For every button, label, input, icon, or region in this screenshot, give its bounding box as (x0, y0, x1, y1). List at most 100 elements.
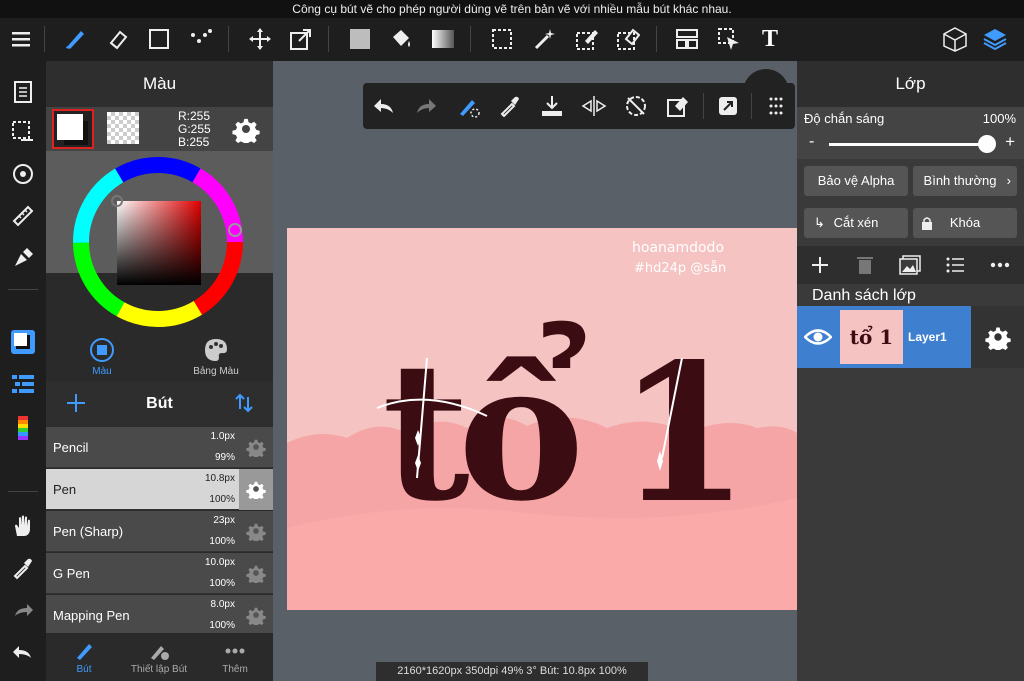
frame-icon[interactable] (672, 24, 702, 54)
select-rect-icon[interactable] (487, 24, 517, 54)
eraser-icon[interactable] (102, 24, 132, 54)
layer-row[interactable]: tổ 1 Layer1 (797, 306, 971, 368)
brush-list-icon[interactable] (8, 369, 38, 399)
select-arrow-icon[interactable] (714, 24, 744, 54)
opacity-slider-fill (829, 143, 987, 146)
opacity-minus-button[interactable]: - (809, 133, 814, 151)
save-to-layer-icon[interactable] (537, 91, 567, 121)
tab-palette[interactable]: Bảng Màu (166, 337, 266, 377)
3d-icon[interactable] (940, 24, 970, 54)
fill-color-icon[interactable] (345, 24, 375, 54)
grid-dots-icon[interactable] (761, 91, 791, 121)
hand-icon[interactable] (8, 511, 38, 541)
brush-settings-button[interactable] (239, 427, 273, 468)
opacity-plus-button[interactable]: + (1005, 132, 1015, 152)
tab-brush-settings[interactable]: Thiết lập Bút (121, 641, 197, 675)
transform-icon[interactable] (286, 24, 316, 54)
brush-name: Pen (Sharp) (53, 524, 124, 539)
opacity-slider-track[interactable] (829, 143, 987, 146)
delete-layer-icon[interactable] (850, 250, 880, 280)
brush-name: Pen (53, 482, 77, 497)
brush-settings-button[interactable] (239, 553, 273, 594)
pen-nib-icon[interactable] (8, 243, 38, 273)
clipping-button[interactable]: ↳ Cắt xén (804, 208, 908, 238)
floatbar-divider (703, 93, 704, 119)
brush-item[interactable]: Pencil 1.0px 99% (46, 427, 273, 468)
clipping-arrow-icon: ↳ (814, 215, 825, 230)
brush-opacity: 99% (214, 452, 235, 463)
rotate-reset-icon[interactable] (621, 91, 651, 121)
select-eraser-icon[interactable] (613, 24, 643, 54)
color-swatch-icon[interactable] (8, 327, 38, 357)
layer-settings-button[interactable] (971, 306, 1024, 368)
undo-icon[interactable] (8, 637, 38, 667)
blend-mode-button[interactable]: Bình thường › (913, 166, 1017, 196)
brush-settings-button[interactable] (239, 595, 273, 636)
stabilizer-pen-icon[interactable] (453, 91, 483, 121)
move-icon[interactable] (245, 24, 275, 54)
fullscreen-icon[interactable] (713, 91, 743, 121)
undo-icon[interactable] (369, 91, 399, 121)
lock-button[interactable]: Khóa (913, 208, 1017, 238)
color-wheel[interactable] (73, 157, 243, 327)
rectangle-icon[interactable] (144, 24, 174, 54)
brush-item[interactable]: Mapping Pen 8.0px 100% (46, 595, 273, 636)
palette-strip-icon[interactable] (8, 413, 38, 443)
redo-icon[interactable] (8, 595, 38, 625)
tab-brush[interactable]: Bút (46, 641, 122, 675)
brush-item[interactable]: Pen (Sharp) 23px 100% (46, 511, 273, 552)
tab-more[interactable]: Thêm (197, 641, 273, 675)
rgb-readout: R:255 G:255 B:255 (178, 110, 211, 149)
eye-icon[interactable] (803, 324, 833, 350)
layers-icon[interactable] (980, 24, 1010, 54)
gradient-icon[interactable] (428, 24, 458, 54)
sort-icon[interactable] (232, 391, 256, 415)
floating-toolbar (363, 83, 795, 129)
layer-list-icon[interactable] (940, 250, 970, 280)
layer-panel: Lớp Độ chắn sáng 100% - + Bảo vệ Alpha B… (797, 61, 1024, 681)
artwork[interactable]: hoanamdodo #hd24p @sẵn tổ 1 (287, 228, 797, 610)
sidebar-divider (8, 491, 38, 492)
layer-list-label: Danh sách lớp (812, 287, 916, 304)
gear-icon[interactable] (232, 115, 260, 147)
primary-color-swatch[interactable] (52, 109, 94, 149)
protect-alpha-button[interactable]: Bảo vệ Alpha (804, 166, 908, 196)
canvas-area[interactable]: hoanamdodo #hd24p @sẵn tổ 1 2160*1620px … (273, 61, 797, 681)
left-sidebar (0, 61, 46, 681)
brush-name: Mapping Pen (53, 608, 130, 623)
menu-icon[interactable] (6, 24, 36, 54)
pen-tool-icon[interactable] (60, 24, 90, 54)
brush-size: 23px (213, 515, 235, 526)
brush-item[interactable]: G Pen 10.0px 100% (46, 553, 273, 594)
eyedropper-icon[interactable] (8, 553, 38, 583)
brush-settings-button[interactable] (239, 511, 273, 552)
select-pen-icon[interactable] (572, 24, 602, 54)
tab-brush-settings-label: Thiết lập Bút (130, 664, 188, 675)
artwork-letters: tổ (382, 320, 586, 543)
brush-settings-button[interactable] (239, 469, 273, 510)
eyedropper-icon[interactable] (495, 91, 525, 121)
clear-layer-icon[interactable] (663, 91, 693, 121)
gear-icon (246, 523, 266, 541)
transparent-swatch[interactable] (107, 112, 139, 144)
tab-color[interactable]: Màu (52, 337, 152, 377)
ruler-icon[interactable] (8, 201, 38, 231)
dot-tool-icon[interactable] (186, 24, 216, 54)
artwork-signature-line1: hoanamdodo (632, 240, 724, 256)
selection-layer-icon[interactable] (8, 117, 38, 147)
magic-wand-icon[interactable] (530, 24, 560, 54)
layer-image-icon[interactable] (895, 250, 925, 280)
color-subtabs: Màu Bảng Màu (46, 333, 273, 381)
add-layer-icon[interactable] (805, 250, 835, 280)
rotate-icon[interactable] (8, 159, 38, 189)
gear-icon (984, 327, 1011, 350)
opacity-slider-knob[interactable] (978, 135, 996, 153)
brush-item[interactable]: Pen 10.8px 100% (46, 469, 273, 510)
flip-icon[interactable] (579, 91, 609, 121)
bucket-icon[interactable] (386, 24, 416, 54)
brush-name: Pencil (53, 440, 89, 455)
text-icon[interactable]: T (755, 24, 785, 54)
redo-icon[interactable] (411, 91, 441, 121)
pages-icon[interactable] (8, 76, 38, 106)
more-icon[interactable] (985, 250, 1015, 280)
